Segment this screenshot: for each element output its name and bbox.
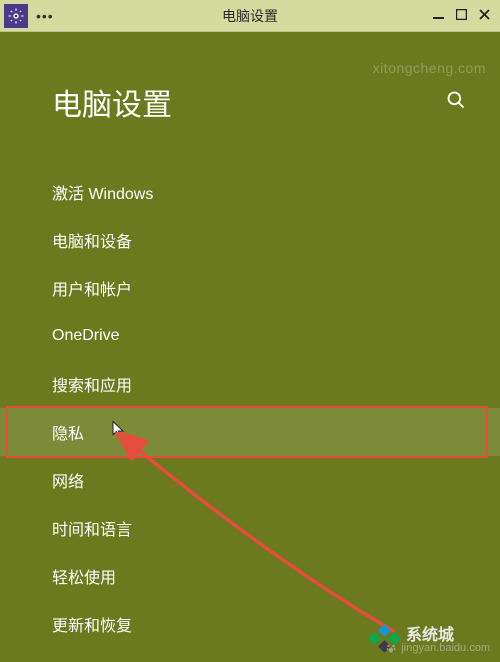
maximize-button[interactable] [456,8,467,23]
watermark-bottom-text: jingyan.baidu.com [401,642,490,654]
settings-nav: 激活 Windows 电脑和设备用户和帐户 OneDrive 搜索和应用隐私网络时间和… [0,168,500,648]
nav-item-label: 网络 [52,468,84,492]
nav-item-label: 更新和恢复 [52,612,132,636]
nav-item-6[interactable]: 网络 [0,456,500,504]
nav-item-2[interactable]: 用户和帐户 [0,264,500,312]
page-title: 电脑设置 [52,80,172,124]
gear-icon[interactable] [4,4,28,28]
search-icon[interactable] [446,90,466,115]
nav-item-label: 隐私 [52,420,84,444]
nav-item-label: 电脑和设备 [52,228,132,252]
window-title: 电脑设置 [222,6,278,26]
menu-dots[interactable]: ••• [32,8,54,24]
nav-item-7[interactable]: 时间和语言 [0,504,500,552]
nav-item-label: 轻松使用 [52,564,116,588]
nav-item-label: 搜索和应用 [52,372,132,396]
minimize-button[interactable] [433,8,444,23]
watermark-bottom: jingyan.baidu.com [385,642,490,654]
cursor-icon [112,421,126,444]
titlebar-left: ••• [4,4,54,28]
nav-item-label: OneDrive [52,327,120,345]
nav-item-4[interactable]: 搜索和应用 [0,360,500,408]
nav-item-3[interactable]: OneDrive [0,312,500,360]
nav-item-0[interactable]: 激活 Windows [0,168,500,216]
nav-item-1[interactable]: 电脑和设备 [0,216,500,264]
titlebar: ••• 电脑设置 [0,0,500,32]
window-controls [433,8,496,23]
nav-item-label: 激活 Windows [52,180,153,204]
nav-item-label: 时间和语言 [52,516,132,540]
nav-item-label: 用户和帐户 [52,276,132,300]
close-button[interactable] [479,8,490,23]
nav-item-5[interactable]: 隐私 [0,408,500,456]
page-header: 电脑设置 [0,32,500,124]
watermark-top: xitongcheng.com [373,60,486,76]
paw-icon [385,642,397,654]
nav-item-8[interactable]: 轻松使用 [0,552,500,600]
